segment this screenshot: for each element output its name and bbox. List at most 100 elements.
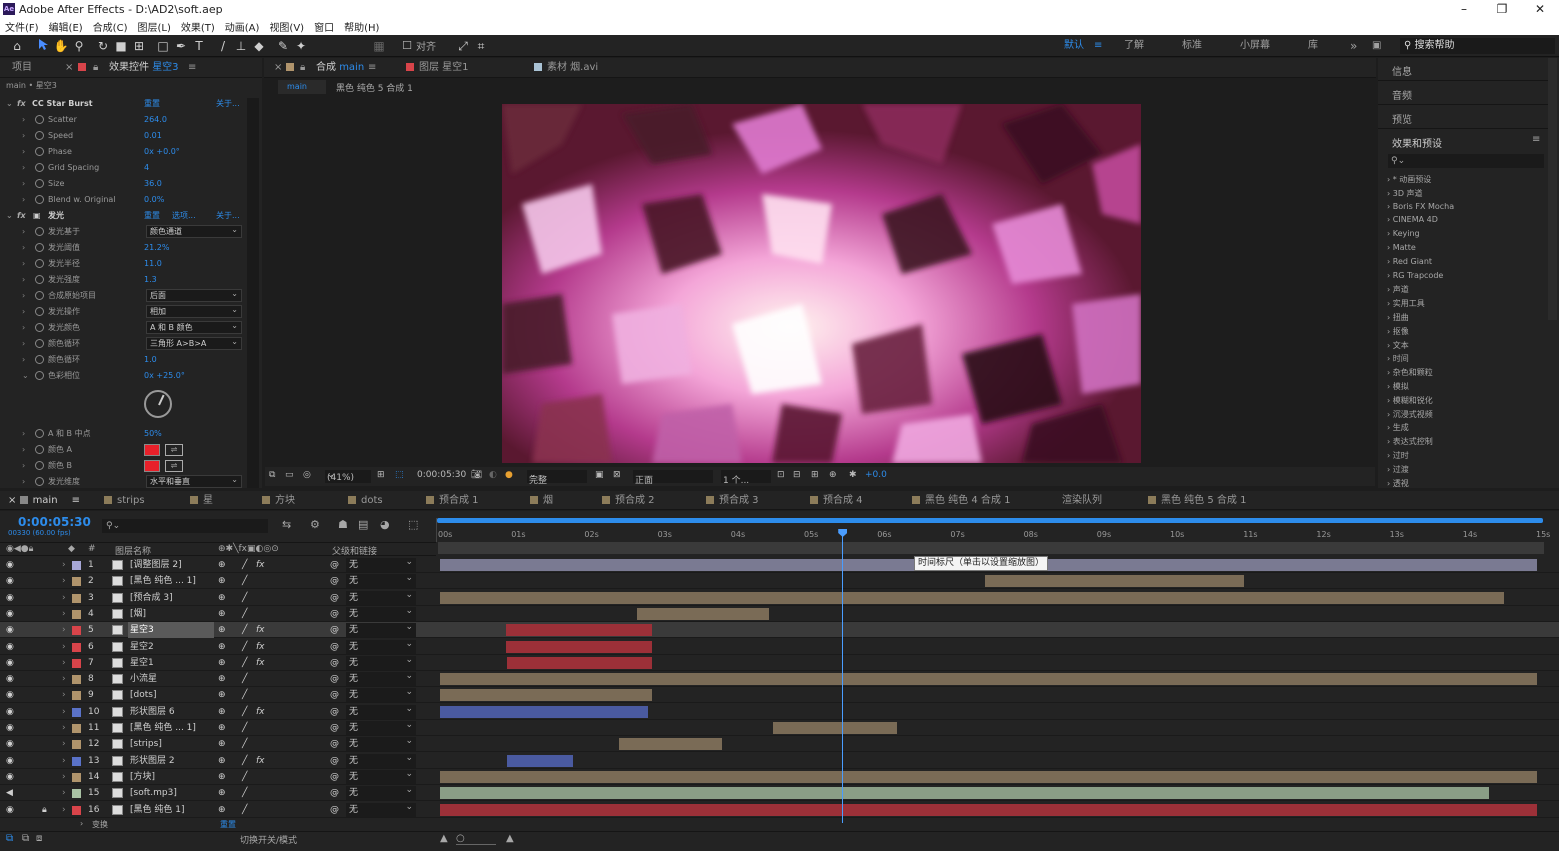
shy-switch-icon[interactable]: ⊕	[218, 573, 226, 589]
quality-switch-icon[interactable]: ╱	[242, 769, 247, 785]
expand-arrow-icon[interactable]: ›	[62, 736, 66, 752]
stopwatch-icon[interactable]	[35, 445, 44, 454]
layer-row[interactable]: ◉ › 8 小流星 ⊕ ╱ @ 无	[0, 669, 1559, 688]
expand-arrow-icon[interactable]: ›	[22, 272, 25, 288]
tab-close-icon[interactable]: ×	[65, 58, 73, 78]
stopwatch-icon[interactable]	[35, 461, 44, 470]
timeline-tab[interactable]: 黑色 纯色 4 合成 1	[912, 491, 1010, 510]
menu-view[interactable]: 视图(V)	[264, 19, 309, 34]
tab-footage[interactable]: 素材 烟.avi	[534, 58, 598, 78]
pickwhip-icon[interactable]: @	[330, 639, 339, 655]
snap-options-icon[interactable]: ⤢	[454, 37, 472, 55]
visibility-eye-icon[interactable]: ◉	[6, 671, 14, 687]
pickwhip-icon[interactable]: @	[330, 671, 339, 687]
effects-category-item[interactable]: › 3D 声道	[1387, 188, 1423, 199]
pickwhip-icon[interactable]: @	[330, 769, 339, 785]
expand-arrow-icon[interactable]: ›	[62, 606, 66, 622]
layer-row[interactable]: ◀ › 15 [soft.mp3] ⊕ ╱ @ 无	[0, 783, 1559, 802]
layer-row[interactable]: ◉ › 11 [黑色 纯色 ... 1] ⊕ ╱ @ 无	[0, 718, 1559, 736]
current-time[interactable]: 0:00:05:30	[417, 470, 466, 480]
property-value[interactable]: 1.3	[144, 272, 157, 288]
collapse-arrow-icon[interactable]: ⌄	[6, 208, 13, 224]
pickwhip-icon[interactable]: @	[330, 687, 339, 703]
shy-switch-icon[interactable]: ⊕	[218, 639, 226, 655]
label-color[interactable]	[72, 707, 81, 717]
effects-category-item[interactable]: › 沉浸式视频	[1387, 409, 1433, 420]
layer-row[interactable]: ◉ › 10 形状图层 6 ⊕ ╱ fx @ 无	[0, 702, 1559, 720]
stamp-tool-icon[interactable]: ⊥	[232, 37, 250, 55]
snap-target-icon[interactable]: ⌗	[472, 37, 490, 55]
scrollbar[interactable]	[247, 98, 259, 488]
audio-panel-tab[interactable]: 音频	[1378, 82, 1548, 105]
property-value[interactable]: 11.0	[144, 256, 162, 272]
pickwhip-icon[interactable]: @	[330, 622, 339, 638]
expand-arrow-icon[interactable]: ›	[62, 753, 66, 769]
property-value[interactable]: 4	[144, 160, 149, 176]
effects-category-item[interactable]: › Red Giant	[1387, 257, 1432, 266]
visibility-eye-icon[interactable]: ◉	[6, 655, 14, 671]
quality-switch-icon[interactable]: ╱	[242, 606, 247, 622]
shy-switch-icon[interactable]: ⊕	[218, 769, 226, 785]
workspace-learn[interactable]: 了解	[1124, 35, 1144, 57]
shy-switch-icon[interactable]: ⊕	[218, 622, 226, 638]
effect-about[interactable]: 关于...	[216, 208, 240, 224]
views-dropdown[interactable]: 1 个...	[721, 470, 771, 486]
panel-menu-icon[interactable]: ≡	[1532, 134, 1540, 145]
workspace-library[interactable]: 库	[1308, 35, 1318, 57]
lock-icon[interactable]: 🔒︎	[300, 58, 305, 78]
motion-blur-icon[interactable]: ◕	[380, 518, 390, 531]
stopwatch-icon[interactable]	[35, 477, 44, 486]
property-dropdown[interactable]: 相加	[146, 304, 242, 318]
quality-switch-icon[interactable]: ╱	[242, 573, 247, 589]
roto-brush-tool-icon[interactable]: ✎	[274, 37, 292, 55]
stopwatch-icon[interactable]	[35, 163, 44, 172]
expand-arrow-icon[interactable]: ›	[22, 458, 25, 474]
effect-header[interactable]: ⌄ fx CC Star Burst 重置 关于...	[0, 96, 246, 112]
shy-switch-icon[interactable]: ⊕	[218, 687, 226, 703]
fx-switch[interactable]: fx	[256, 639, 265, 655]
layer-duration-bar[interactable]	[440, 770, 1537, 783]
toggle-switches-modes[interactable]: 切换开关/模式	[240, 833, 297, 846]
expand-arrow-icon[interactable]: ›	[22, 224, 25, 240]
graph-editor-icon[interactable]: ⬚	[408, 518, 418, 531]
property-value[interactable]: 0.01	[144, 128, 162, 144]
fx-switch[interactable]: fx	[256, 704, 265, 720]
quality-switch-icon[interactable]: ╱	[242, 802, 247, 818]
zoom-dropdown[interactable]: (41%) ⌄	[325, 470, 371, 483]
pickwhip-icon[interactable]: @	[330, 573, 339, 589]
workspace-menu-icon[interactable]: ≡	[1094, 35, 1102, 57]
timeline-tab[interactable]: 预合成 2	[602, 491, 655, 510]
expand-arrow-icon[interactable]: ›	[62, 557, 66, 573]
visibility-eye-icon[interactable]: ◉	[6, 557, 14, 573]
pickwhip-icon[interactable]: @	[330, 704, 339, 720]
eyedropper-icon[interactable]: ⇌	[165, 444, 183, 456]
menu-animation[interactable]: 动画(A)	[220, 19, 265, 34]
home-icon[interactable]: ⌂	[8, 37, 26, 55]
timeline-tab[interactable]: 黑色 纯色 5 合成 1	[1148, 491, 1246, 510]
quality-switch-icon[interactable]: ╱	[242, 753, 247, 769]
shy-switch-icon[interactable]: ⊕	[218, 720, 226, 736]
menu-file[interactable]: 文件(F)	[0, 19, 44, 34]
menu-layer[interactable]: 图层(L)	[132, 19, 175, 34]
label-color[interactable]	[72, 756, 81, 766]
layer-name[interactable]: [预合成 3]	[130, 590, 173, 606]
effects-category-item[interactable]: › 表达式控制	[1387, 436, 1433, 447]
quality-switch-icon[interactable]: ╱	[242, 671, 247, 687]
workspace-more[interactable]: »	[1350, 35, 1357, 57]
property-value[interactable]: 0x +0.0°	[144, 144, 180, 160]
pickwhip-icon[interactable]: @	[330, 802, 339, 818]
quality-switch-icon[interactable]: ╱	[242, 655, 247, 671]
effects-category-item[interactable]: › 文本	[1387, 340, 1409, 351]
label-color[interactable]	[72, 805, 81, 815]
layer-row[interactable]: ◉ › 5 星空3 ⊕ ╱ fx @ 无	[0, 620, 1559, 639]
grid-icon[interactable]: ⊞	[377, 470, 385, 480]
stopwatch-icon[interactable]	[35, 179, 44, 188]
layer-name[interactable]: [strips]	[130, 736, 162, 752]
effects-category-item[interactable]: › Boris FX Mocha	[1387, 202, 1454, 211]
workspace-standard[interactable]: 标准	[1182, 35, 1202, 57]
pickwhip-icon[interactable]: @	[330, 720, 339, 736]
shy-switch-icon[interactable]: ⊕	[218, 606, 226, 622]
layer-duration-bar[interactable]	[637, 607, 770, 620]
effects-presets-tab[interactable]: 效果和预设	[1378, 130, 1548, 153]
comp-settings-icon[interactable]: ⧉	[6, 833, 13, 844]
